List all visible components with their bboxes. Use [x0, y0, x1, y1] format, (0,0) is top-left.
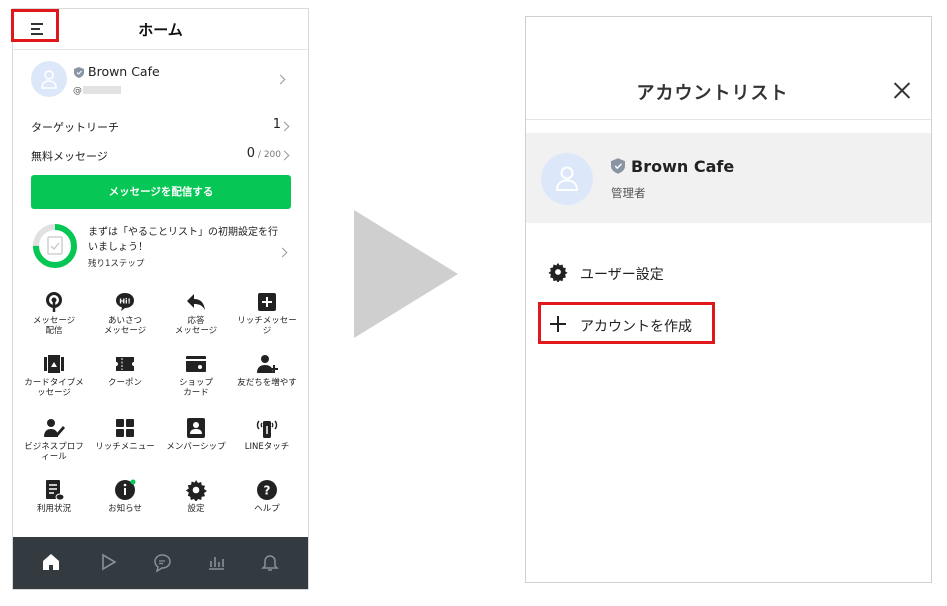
todo-banner[interactable]: まずは「やることリスト」の初期設定を行いましょう！ 残り1ステップ	[13, 219, 308, 277]
account-name: Brown Cafe	[88, 64, 160, 79]
menu-item-label: ビジネスプロフ ィール	[24, 442, 84, 462]
send-message-button[interactable]: メッセージを配信する	[31, 175, 291, 209]
target-reach-label: ターゲットリーチ	[31, 121, 119, 134]
chevron-right-icon	[279, 121, 290, 132]
usage-icon	[43, 479, 65, 501]
todo-progress-ring	[33, 224, 77, 268]
menu-item-business-profile[interactable]: ビジネスプロフ ィール	[19, 417, 89, 462]
coupon-icon	[114, 353, 136, 375]
user-settings-label: ユーザー設定	[580, 267, 664, 283]
menu-item-label: 利用状況	[36, 504, 71, 514]
menu-item-label: カードタイプメ ッセージ	[24, 378, 84, 398]
highlight-menu-button	[11, 9, 59, 42]
menu-item-card-type[interactable]: カードタイプメ ッセージ	[19, 353, 89, 398]
avatar	[31, 61, 67, 97]
menu-item-rich-menu[interactable]: リッチメニュー	[90, 417, 160, 452]
svg-text:?: ?	[264, 484, 271, 498]
line-touch-icon	[256, 417, 278, 439]
account-id-mask	[83, 86, 121, 94]
free-message-row[interactable]: 無料メッセージ 0 / 200	[13, 142, 308, 168]
menu-item-label: 友だちを増やす	[237, 378, 297, 388]
menu-item-label: あいさつ メッセージ	[103, 316, 147, 336]
chevron-right-icon	[279, 150, 290, 161]
bell-icon[interactable]	[259, 551, 281, 573]
menu-item-reply[interactable]: 応答 メッセージ	[161, 291, 231, 336]
menu-item-label: リッチメッセー ジ	[237, 316, 297, 336]
home-icon[interactable]	[40, 551, 62, 573]
account-list-title: アカウントリスト	[636, 83, 789, 104]
add-friend-icon	[256, 353, 278, 375]
settings-gear-icon	[185, 479, 207, 502]
business-profile-icon	[43, 417, 65, 439]
info-icon	[114, 479, 136, 501]
gear-icon	[548, 262, 568, 282]
account-name: Brown Cafe	[631, 157, 735, 176]
menu-item-label: リッチメニュー	[95, 442, 155, 452]
account-profile[interactable]: Brown Cafe @	[13, 49, 308, 111]
account-id: @	[73, 86, 82, 96]
todo-text: まずは「やることリスト」の初期設定を行いましょう！	[88, 227, 278, 253]
menu-item-label: ヘルプ	[254, 504, 280, 514]
verified-shield-icon	[611, 158, 625, 174]
free-message-label: 無料メッセージ	[31, 150, 108, 163]
home-screen: ホーム Brown Cafe @ ターゲットリーチ 1 無料メッセージ 0 / …	[12, 8, 309, 590]
menu-item-label: メッセージ 配信	[32, 316, 76, 336]
divider	[526, 119, 931, 120]
menu-item-coupon[interactable]: クーポン	[90, 353, 160, 388]
target-reach-row[interactable]: ターゲットリーチ 1	[13, 113, 308, 139]
menu-item-help[interactable]: ? ヘルプ	[232, 479, 302, 514]
account-list-screen: アカウントリスト Brown Cafe 管理者 ユーザー設定 アカウントを作成	[525, 16, 932, 583]
menu-item-label: LINEタッチ	[244, 442, 290, 452]
bottom-nav	[13, 537, 308, 589]
menu-item-label: 応答 メッセージ	[174, 316, 218, 336]
chevron-right-icon	[277, 247, 288, 258]
menu-item-label: ショップ カード	[178, 378, 213, 398]
close-icon[interactable]	[893, 81, 911, 99]
chat-icon[interactable]	[151, 551, 173, 573]
menu-item-rich-message[interactable]: リッチメッセー ジ	[232, 291, 302, 336]
avatar	[541, 153, 593, 205]
menu-item-label: クーポン	[107, 378, 142, 388]
reply-icon	[185, 291, 207, 313]
menu-item-add-friend[interactable]: 友だちを増やす	[232, 353, 302, 388]
menu-item-shop-card[interactable]: ショップ カード	[161, 353, 231, 398]
svg-text:Hi!: Hi!	[119, 298, 130, 306]
membership-icon	[185, 417, 207, 439]
account-role: 管理者	[611, 186, 646, 200]
menu-item-label: メンバーシップ	[166, 442, 226, 452]
help-icon: ?	[256, 479, 278, 501]
menu-item-usage[interactable]: 利用状況	[19, 479, 89, 514]
card-type-icon	[43, 353, 65, 375]
menu-item-settings-gear[interactable]: 設定	[161, 479, 231, 514]
broadcast-icon	[43, 291, 65, 313]
chevron-right-icon	[275, 74, 286, 85]
todo-remaining: 残り1ステップ	[88, 259, 145, 269]
menu-item-broadcast[interactable]: メッセージ 配信	[19, 291, 89, 336]
account-item[interactable]: Brown Cafe 管理者	[526, 133, 931, 223]
highlight-create-account	[538, 302, 715, 344]
menu-item-label: お知らせ	[108, 504, 142, 514]
chart-icon[interactable]	[205, 551, 227, 573]
verified-shield-icon	[74, 67, 84, 78]
free-message-value: 0 / 200	[246, 146, 281, 161]
rich-menu-icon	[114, 417, 136, 439]
user-settings-item[interactable]: ユーザー設定	[546, 257, 846, 287]
shop-card-icon	[185, 353, 207, 375]
menu-item-line-touch[interactable]: LINEタッチ	[232, 417, 302, 452]
play-icon[interactable]	[97, 551, 119, 573]
transition-arrow	[354, 210, 458, 338]
menu-item-label: 設定	[187, 504, 205, 514]
greeting-icon: Hi!	[114, 291, 136, 313]
menu-item-membership[interactable]: メンバーシップ	[161, 417, 231, 452]
menu-item-greeting[interactable]: Hi! あいさつ メッセージ	[90, 291, 160, 336]
rich-message-icon	[256, 291, 278, 313]
menu-item-info[interactable]: お知らせ	[90, 479, 160, 514]
